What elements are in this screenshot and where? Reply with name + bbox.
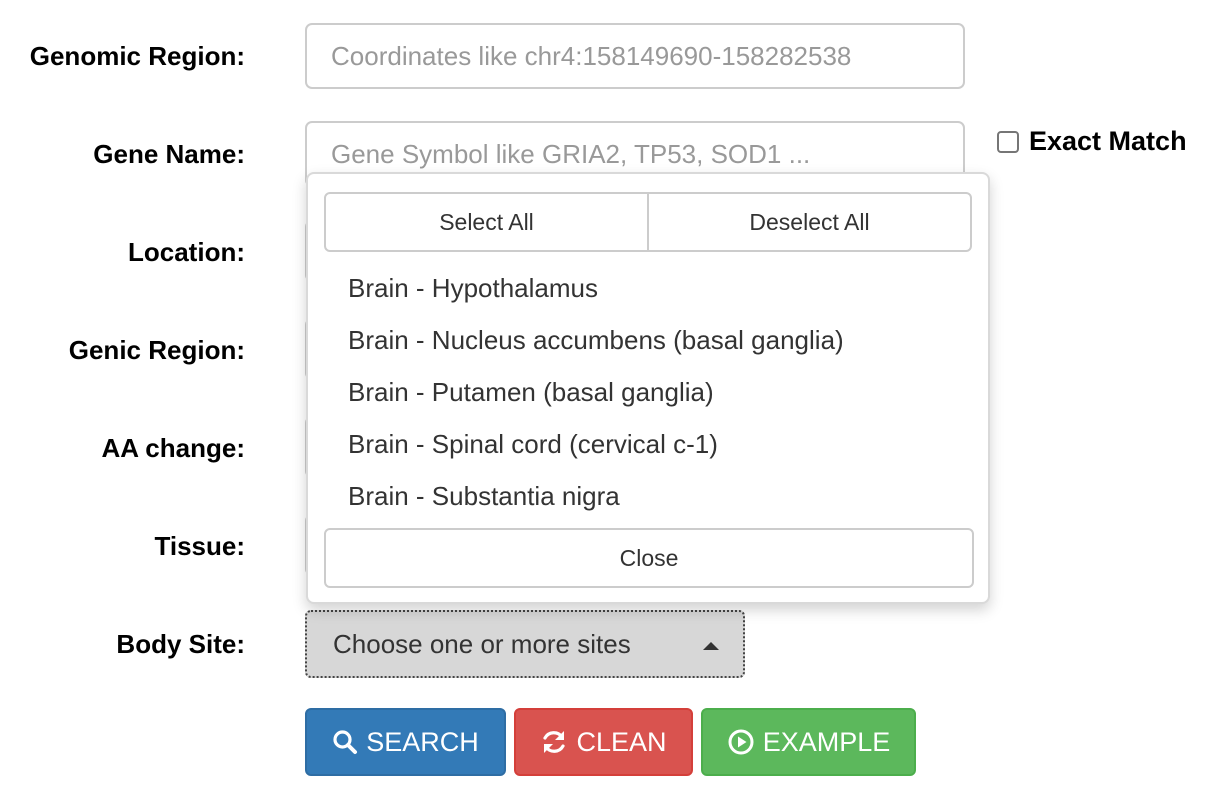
clean-button-label: CLEAN — [576, 726, 667, 757]
caret-up-icon — [703, 642, 719, 650]
dropdown-option[interactable]: Brain - Substantia nigra — [308, 470, 988, 522]
body-site-label: Body Site: — [116, 629, 245, 659]
exact-match-label: Exact Match — [1029, 126, 1187, 156]
exact-match-option[interactable]: Exact Match — [997, 126, 1187, 157]
clean-button[interactable]: CLEAN — [514, 708, 693, 776]
search-form-page: Genomic Region: Gene Name: Exact Match L… — [0, 0, 1216, 802]
search-button-label: SEARCH — [366, 726, 479, 757]
select-all-button[interactable]: Select All — [324, 192, 649, 252]
search-icon — [332, 729, 358, 755]
dropdown-option[interactable]: Brain - Nucleus accumbens (basal ganglia… — [308, 314, 988, 366]
dropdown-option[interactable]: Brain - Putamen (basal ganglia) — [308, 366, 988, 418]
example-button-label: EXAMPLE — [762, 726, 891, 757]
tissue-label: Tissue: — [154, 531, 245, 561]
gene-name-label: Gene Name: — [93, 139, 245, 169]
exact-match-checkbox[interactable] — [997, 130, 1019, 153]
close-dropdown-button[interactable]: Close — [324, 528, 974, 588]
search-button[interactable]: SEARCH — [305, 708, 506, 776]
dropdown-option[interactable]: Brain - Hypothalamus — [308, 262, 988, 314]
deselect-all-button[interactable]: Deselect All — [649, 192, 972, 252]
genic-region-label: Genic Region: — [68, 335, 245, 365]
play-circle-icon — [727, 728, 755, 756]
body-site-dropdown-menu: Select All Deselect All Brain - Hypothal… — [306, 172, 990, 604]
genomic-region-label: Genomic Region: — [29, 41, 245, 71]
aa-change-label: AA change: — [101, 433, 246, 463]
dropdown-options-list: Brain - Hypothalamus Brain - Nucleus acc… — [308, 262, 988, 522]
body-site-select[interactable]: Choose one or more sites — [305, 610, 745, 678]
refresh-icon — [540, 728, 568, 756]
genomic-region-input[interactable] — [305, 23, 965, 89]
select-actions-group: Select All Deselect All — [324, 192, 972, 252]
body-site-selected-text: Choose one or more sites — [333, 628, 631, 659]
example-button[interactable]: EXAMPLE — [701, 708, 916, 776]
location-label: Location: — [128, 237, 245, 267]
dropdown-option[interactable]: Brain - Spinal cord (cervical c-1) — [308, 418, 988, 470]
